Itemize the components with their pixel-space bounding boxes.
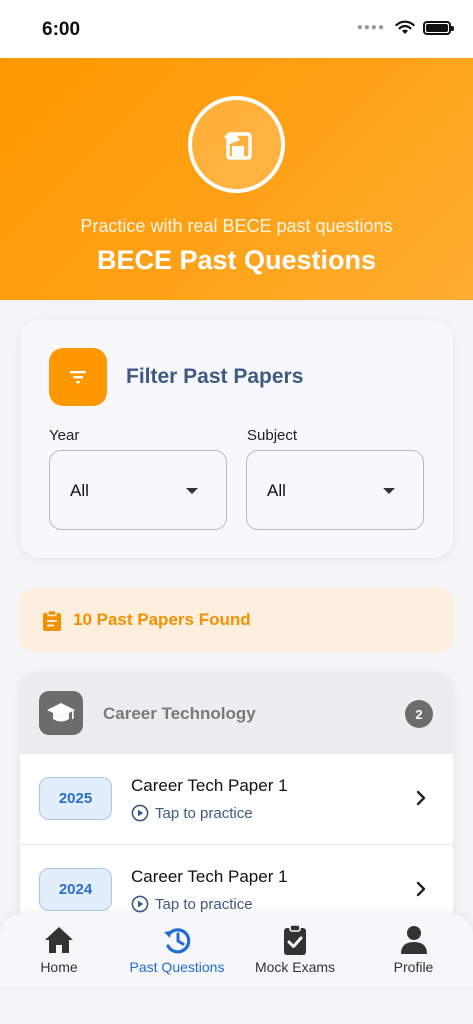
clipboard-check-icon bbox=[284, 924, 306, 955]
nav-item-past-questions[interactable]: Past Questions bbox=[118, 914, 236, 986]
chevron-right-icon bbox=[416, 790, 426, 806]
battery-icon bbox=[423, 20, 454, 35]
exam-paper-icon bbox=[223, 131, 252, 160]
status-bar: 6:00 ●●●● bbox=[0, 0, 473, 58]
year-label: Year bbox=[49, 427, 80, 444]
person-icon bbox=[400, 926, 427, 954]
filter-icon-box bbox=[49, 348, 107, 406]
practice-text: Tap to practice bbox=[155, 895, 253, 913]
wifi-icon bbox=[395, 20, 415, 34]
year-dropdown[interactable]: All bbox=[49, 450, 227, 530]
graduation-cap-icon bbox=[47, 703, 75, 722]
subject-label: Subject bbox=[247, 427, 298, 444]
hero-icon-circle bbox=[188, 96, 285, 193]
nav-label-past-questions: Past Questions bbox=[129, 959, 225, 975]
practice-text: Tap to practice bbox=[155, 804, 253, 822]
results-banner: 10 Past Papers Found bbox=[20, 588, 453, 652]
subject-dropdown[interactable]: All bbox=[246, 450, 424, 530]
nav-item-home[interactable]: Home bbox=[0, 914, 118, 986]
home-indicator-area bbox=[0, 986, 473, 1024]
chevron-right-icon bbox=[416, 881, 426, 897]
filter-icon bbox=[70, 371, 86, 384]
hero-banner: Practice with real BECE past questions B… bbox=[0, 58, 473, 300]
hero-subtitle: Practice with real BECE past questions bbox=[80, 216, 393, 236]
paper-count-badge: 2 bbox=[405, 700, 433, 728]
status-time: 6:00 bbox=[42, 19, 81, 40]
play-circle-icon bbox=[131, 895, 149, 913]
chevron-down-icon bbox=[383, 488, 395, 494]
nav-item-profile[interactable]: Profile bbox=[354, 914, 473, 986]
nav-label-profile: Profile bbox=[393, 959, 434, 975]
chevron-down-icon bbox=[186, 488, 198, 494]
paper-title: Career Tech Paper 1 bbox=[131, 867, 288, 886]
subject-dropdown-value: All bbox=[267, 481, 286, 500]
subject-group-header[interactable]: Career Technology 2 bbox=[20, 672, 453, 754]
filter-title: Filter Past Papers bbox=[126, 365, 304, 388]
year-badge: 2024 bbox=[39, 868, 112, 911]
practice-hint: Tap to practice bbox=[131, 804, 253, 822]
year-dropdown-value: All bbox=[70, 481, 89, 500]
subject-icon-box bbox=[39, 691, 83, 735]
practice-hint: Tap to practice bbox=[131, 895, 253, 913]
subject-name: Career Technology bbox=[103, 704, 256, 723]
history-icon bbox=[164, 928, 191, 954]
year-badge: 2025 bbox=[39, 777, 112, 820]
filter-card: Filter Past Papers Year All Subject All bbox=[20, 320, 453, 558]
clipboard-icon bbox=[43, 610, 61, 631]
hero-title: BECE Past Questions bbox=[96, 245, 377, 275]
bottom-navigation: Home Past Questions Mock Exams Profile bbox=[0, 914, 473, 986]
nav-label-home: Home bbox=[40, 959, 78, 975]
home-icon bbox=[45, 927, 73, 953]
paper-row[interactable]: 2025 Career Tech Paper 1 Tap to practice bbox=[20, 754, 453, 844]
paper-title: Career Tech Paper 1 bbox=[131, 776, 288, 795]
status-icons: ●●●● bbox=[356, 20, 454, 35]
nav-item-mock-exams[interactable]: Mock Exams bbox=[236, 914, 354, 986]
cellular-dots-icon: ●●●● bbox=[356, 22, 385, 33]
play-circle-icon bbox=[131, 804, 149, 822]
nav-label-mock-exams: Mock Exams bbox=[254, 959, 336, 975]
results-count-text: 10 Past Papers Found bbox=[73, 610, 251, 629]
